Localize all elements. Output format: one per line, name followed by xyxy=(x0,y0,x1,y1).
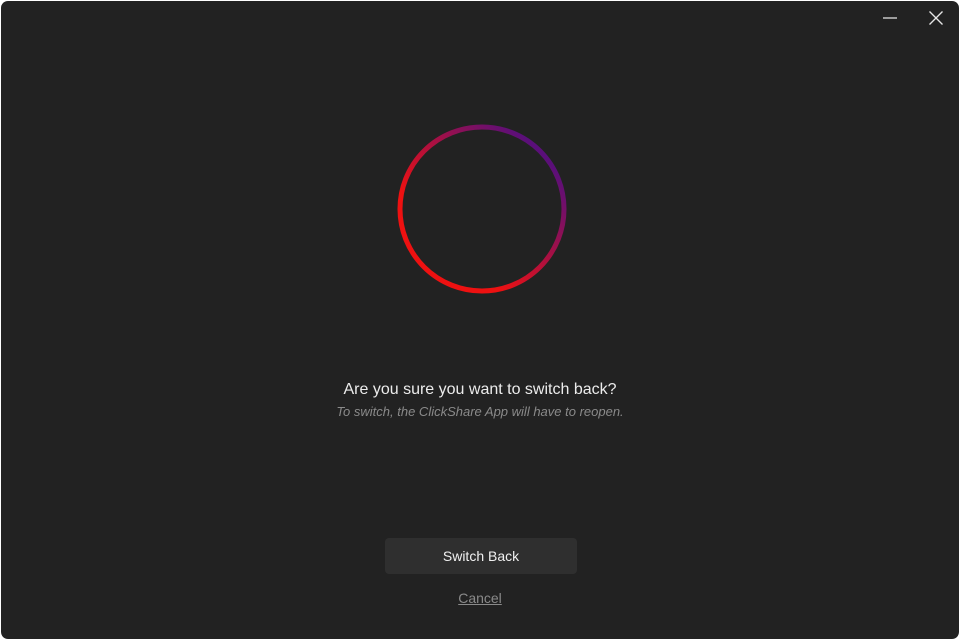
minimize-icon xyxy=(883,17,897,19)
window-controls xyxy=(867,1,959,35)
close-button[interactable] xyxy=(913,1,959,35)
close-icon xyxy=(929,11,943,25)
ring-circle xyxy=(397,124,567,294)
ring-graphic xyxy=(397,124,567,294)
loading-ring xyxy=(397,124,567,294)
minimize-button[interactable] xyxy=(867,1,913,35)
app-window: Are you sure you want to switch back? To… xyxy=(1,1,959,639)
confirm-question: Are you sure you want to switch back? xyxy=(343,381,617,398)
confirm-subtext: To switch, the ClickShare App will have … xyxy=(336,404,624,419)
switch-back-button[interactable]: Switch Back xyxy=(385,538,577,574)
cancel-link[interactable]: Cancel xyxy=(1,589,959,607)
